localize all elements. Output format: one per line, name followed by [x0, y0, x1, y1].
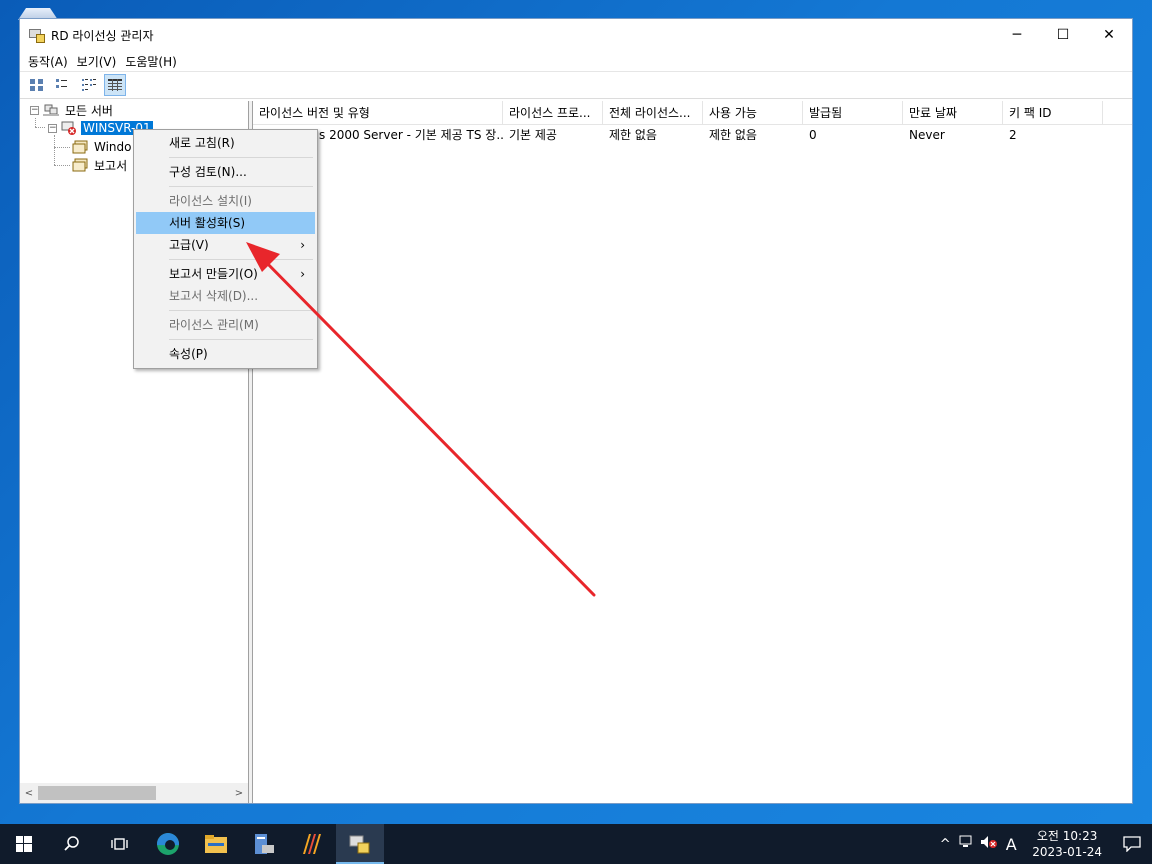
folder-icon [205, 835, 227, 853]
tree-node-all-servers[interactable]: − 모든 서버 [30, 101, 115, 119]
input-method-indicator[interactable]: A [1000, 835, 1022, 854]
table-row[interactable]: s 2000 Server - 기본 제공 TS 장... 기본 제공 제한 없… [253, 125, 1132, 145]
menu-item-review-configuration[interactable]: 구성 검토(N)... [136, 161, 315, 183]
cell-issued: 0 [809, 128, 817, 142]
tree-label-windows: Windo [94, 140, 132, 154]
column-header-expiry[interactable]: 만료 날짜 [903, 101, 1003, 124]
column-header-license-type[interactable]: 라이선스 버전 및 유형 [253, 101, 503, 124]
scroll-thumb[interactable] [38, 786, 156, 800]
column-header-keypack-id[interactable]: 키 팩 ID [1003, 101, 1103, 124]
server-error-icon [61, 121, 77, 135]
menu-separator [169, 339, 313, 340]
column-header-issued[interactable]: 발급됨 [803, 101, 903, 124]
rd-licensing-icon [349, 835, 370, 854]
close-button[interactable]: ✕ [1086, 19, 1132, 51]
start-button[interactable] [0, 824, 48, 864]
server-manager-taskbar-button[interactable] [240, 824, 288, 864]
license-pack-icon [72, 140, 88, 154]
horizontal-scrollbar[interactable]: < > [20, 783, 248, 803]
edge-icon [157, 833, 179, 855]
clock-time: 오전 10:23 [1036, 829, 1098, 843]
menu-item-refresh[interactable]: 새로 고침(R) [136, 132, 315, 154]
title-bar[interactable]: RD 라이선싱 관리자 ─ ☐ ✕ [20, 19, 1132, 51]
menu-separator [169, 259, 313, 260]
search-icon [64, 836, 79, 851]
rd-licensing-taskbar-button[interactable] [336, 824, 384, 864]
taskbar: ^ A 오전 10:23 2023-01-24 [0, 824, 1152, 864]
notification-icon [1123, 836, 1141, 852]
windows-logo-icon [16, 836, 32, 852]
menu-bar: 동작(A) 보기(V) 도움말(H) [20, 51, 1132, 71]
tree-node-reports[interactable]: 보고서 [72, 156, 129, 174]
small-icons-icon [56, 79, 67, 88]
edge-taskbar-button[interactable] [144, 824, 192, 864]
task-view-button[interactable] [96, 824, 144, 864]
menu-item-delete-report[interactable]: 보고서 삭제(D)... [136, 285, 315, 307]
menu-item-properties[interactable]: 속성(P) [136, 343, 315, 365]
menu-item-manage-licenses[interactable]: 라이선스 관리(M) [136, 314, 315, 336]
menu-item-create-report-label: 보고서 만들기(O) [169, 267, 258, 281]
system-tray: ^ A 오전 10:23 2023-01-24 [934, 824, 1152, 864]
cell-license-program: 기본 제공 [509, 128, 557, 142]
toolbar [20, 71, 1132, 99]
menu-item-advanced[interactable]: 고급(V) › [136, 234, 315, 256]
license-list-pane: 라이선스 버전 및 유형 라이선스 프로... 전체 라이선스... 사용 가능… [253, 101, 1132, 803]
rd-licensing-app-icon [29, 27, 45, 43]
column-header-available[interactable]: 사용 가능 [703, 101, 803, 124]
list-view-button[interactable] [78, 74, 100, 96]
menu-help[interactable]: 도움말(H) [123, 53, 184, 70]
menu-separator [169, 186, 313, 187]
server-group-icon [43, 103, 59, 117]
file-explorer-taskbar-button[interactable] [192, 824, 240, 864]
stripes-app-icon [303, 834, 321, 854]
collapse-toggle[interactable]: − [48, 123, 57, 133]
submenu-arrow-icon: › [300, 267, 305, 281]
clock-date: 2023-01-24 [1032, 845, 1102, 859]
context-menu: 새로 고침(R) 구성 검토(N)... 라이선스 설치(I) 서버 활성화(S… [133, 129, 318, 369]
menu-action[interactable]: 동작(A) [26, 53, 75, 70]
stripes-app-taskbar-button[interactable] [288, 824, 336, 864]
minimize-button[interactable]: ─ [994, 19, 1040, 51]
tree-label-reports: 보고서 [94, 158, 128, 173]
menu-item-create-report[interactable]: 보고서 만들기(O) › [136, 263, 315, 285]
tree-label-all-servers: 모든 서버 [65, 103, 113, 118]
menu-separator [169, 310, 313, 311]
collapse-toggle[interactable]: − [30, 105, 39, 115]
scroll-left-icon[interactable]: < [20, 788, 38, 799]
cell-keypack-id: 2 [1009, 128, 1017, 142]
menu-item-advanced-label: 고급(V) [169, 238, 209, 252]
scroll-right-icon[interactable]: > [230, 788, 248, 799]
server-manager-icon [255, 834, 274, 854]
tree-node-windows-license[interactable]: Windo [72, 138, 134, 156]
notification-center-button[interactable] [1112, 836, 1152, 852]
detail-view-icon [108, 79, 122, 91]
network-icon[interactable] [956, 835, 978, 853]
menu-item-activate-server[interactable]: 서버 활성화(S) [136, 212, 315, 234]
volume-muted-icon[interactable] [978, 835, 1000, 853]
maximize-button[interactable]: ☐ [1040, 19, 1086, 51]
column-header-total-licenses[interactable]: 전체 라이선스... [603, 101, 703, 124]
column-header-license-program[interactable]: 라이선스 프로... [503, 101, 603, 124]
menu-view[interactable]: 보기(V) [75, 53, 124, 70]
window-title: RD 라이선싱 관리자 [51, 28, 154, 43]
detail-view-button[interactable] [104, 74, 126, 96]
taskbar-clock[interactable]: 오전 10:23 2023-01-24 [1022, 828, 1112, 860]
cell-total-licenses: 제한 없음 [609, 128, 657, 142]
submenu-arrow-icon: › [300, 238, 305, 252]
cell-expiry: Never [909, 128, 945, 142]
menu-item-install-licenses[interactable]: 라이선스 설치(I) [136, 190, 315, 212]
show-hidden-icons-chevron[interactable]: ^ [934, 837, 956, 852]
menu-separator [169, 157, 313, 158]
task-view-icon [111, 838, 128, 850]
list-icon [82, 79, 96, 91]
small-icons-view-button[interactable] [52, 74, 74, 96]
search-button[interactable] [48, 824, 96, 864]
reports-folder-icon [72, 158, 88, 172]
large-icons-view-button[interactable] [26, 74, 48, 96]
large-icons-icon [30, 79, 43, 91]
list-header: 라이선스 버전 및 유형 라이선스 프로... 전체 라이선스... 사용 가능… [253, 101, 1132, 125]
cell-available: 제한 없음 [709, 128, 757, 142]
